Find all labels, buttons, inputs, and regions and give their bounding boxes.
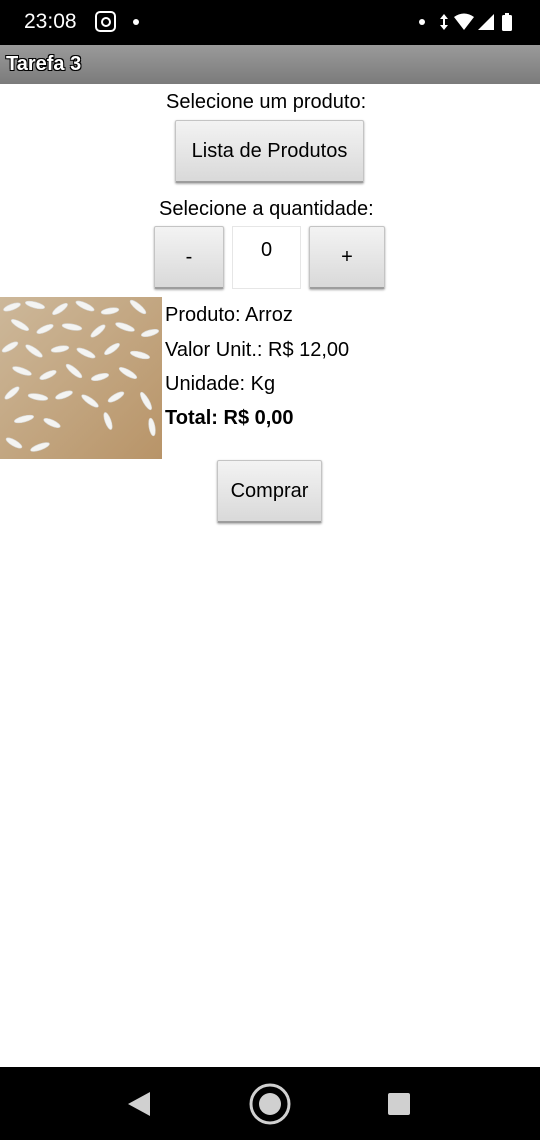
product-total: Total: R$ 0,00 [165,407,294,429]
status-time: 23:08 [24,10,77,33]
status-bar: 23:08 [0,0,540,45]
signal-icon [478,14,494,30]
notification-dot-icon [133,19,139,25]
home-icon[interactable] [248,1082,292,1126]
quantity-value: 0 [260,239,273,261]
select-quantity-label: Selecione a quantidade: [159,198,374,220]
instagram-icon [95,11,116,32]
back-icon[interactable] [126,1090,152,1118]
rice-photo [0,297,162,459]
increment-button[interactable]: + [309,226,385,289]
battery-icon [502,13,512,31]
app-title: Tarefa 3 [6,53,82,75]
product-image [0,297,162,459]
product-name: Produto: Arroz [165,304,293,326]
decrement-button[interactable]: - [154,226,224,289]
app-screen: 23:08 Tarefa 3 Selecione um produto: Lis… [0,0,540,1140]
quantity-field[interactable]: 0 [232,226,301,289]
recents-icon[interactable] [387,1092,411,1116]
data-arrows-icon [440,14,448,30]
product-list-button[interactable]: Lista de Produtos [175,120,364,183]
select-product-label: Selecione um produto: [166,91,367,113]
navigation-bar [0,1067,540,1140]
wifi-icon [454,13,474,30]
status-icons [419,13,512,31]
notification-dot-icon [419,19,425,25]
buy-button[interactable]: Comprar [217,460,322,523]
title-bar: Tarefa 3 [0,45,540,84]
product-unit: Unidade: Kg [165,373,276,395]
product-unit-price: Valor Unit.: R$ 12,00 [165,339,350,361]
